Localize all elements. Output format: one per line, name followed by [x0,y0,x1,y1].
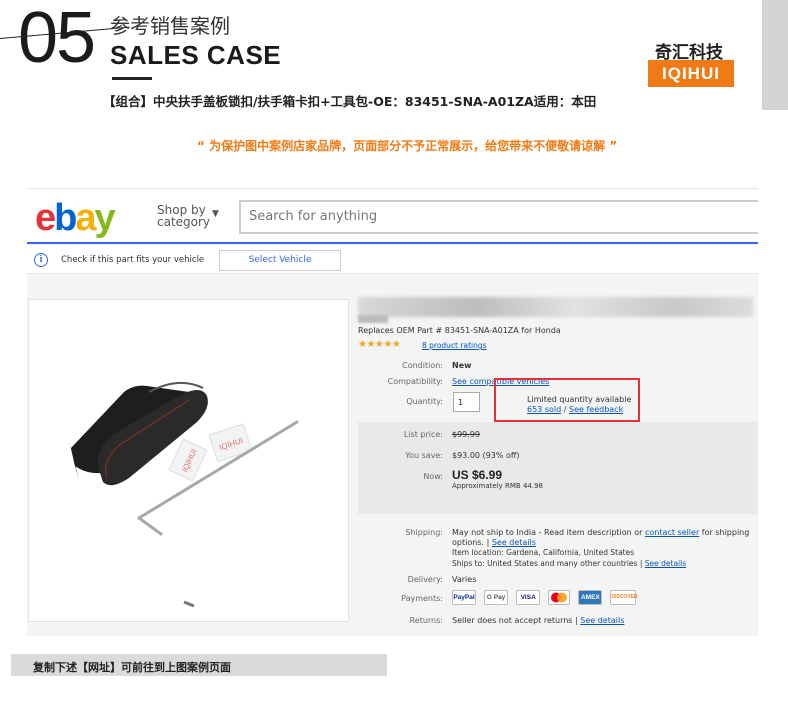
you-save-value: $93.00 (93% off) [452,451,520,460]
list-price-value: $99.99 [452,430,480,439]
search-input[interactable]: Search for anything [239,200,758,234]
title-underline [112,77,152,80]
separator: | [639,559,643,568]
condition-label: Condition: [402,361,443,370]
compatibility-label: Compatibility: [387,377,443,386]
payments-label: Payments: [401,594,443,603]
payment-methods: PayPal G Pay VISA AMEX DISCOVER [452,590,639,609]
delivery-value: Varies [452,575,477,584]
gpay-logo: G Pay [484,590,509,605]
star-rating[interactable]: ★★★★★ [358,339,401,350]
fit-check-text: Check if this part fits your vehicle [61,255,205,265]
amex-logo: AMEX [578,590,603,605]
oem-replacement-text: Replaces OEM Part # 83451-SNA-A01ZA for … [358,326,561,335]
paypal-logo: PayPal [452,590,476,605]
info-icon: i [34,253,48,267]
returns-label: Returns: [409,616,443,625]
now-label: Now: [423,472,443,481]
quantity-label: Quantity: [406,397,443,406]
contact-seller-link[interactable]: contact seller [645,528,699,537]
privacy-notice: “ 为保护图中案例店家品牌，页面部分不予正常展示，给您带来不便敬请谅解 ” [197,139,618,153]
list-price-label: List price: [403,430,443,439]
see-details-link[interactable]: See details [645,559,686,568]
section-title-en: SALES CASE [110,40,282,70]
ebay-logo[interactable]: ebay [35,198,116,238]
footer-bar: 复制下述【网址】可前往到上图案例页面 [11,654,387,676]
product-photo: IQIHUI IQIHUI [69,381,299,608]
footer-text: 复制下述【网址】可前往到上图案例页面 [33,661,231,674]
shipping-options-text: options. [452,538,485,547]
shipping-text-2: for shipping [701,528,750,537]
brand-badge: IQIHUI [648,60,734,87]
blurred-title-tail [358,315,388,323]
vehicle-fit-bar: i Check if this part fits your vehicle S… [27,245,758,274]
header-divider [27,242,758,244]
product-description: 【组合】中央扶手盖板锁扣/扶手箱卡扣+工具包-OE：83451-SNA-A01Z… [103,94,597,109]
shipping-text: May not ship to India - Read item descri… [452,528,643,537]
blurred-title [358,297,753,317]
shop-by-category-button[interactable]: Shop by category [157,204,210,228]
approx-price: Approximately RMB 44.98 [452,482,543,490]
separator: | [575,616,578,625]
decorative-grey-bar [762,0,788,110]
section-title-cn: 参考销售案例 [110,14,230,38]
mastercard-logo [548,590,571,605]
separator: | [486,538,490,547]
quantity-input[interactable]: 1 [453,392,480,412]
product-ratings-link[interactable]: 8 product ratings [422,341,487,350]
discover-logo: DISCOVER [610,590,638,605]
item-location: Item location: Gardena, California, Unit… [452,548,635,557]
see-details-link[interactable]: See details [580,616,624,625]
you-save-label: You save: [405,451,443,460]
shipping-label: Shipping: [405,528,443,537]
ebay-screenshot: ebay Shop by category ▼ Search for anyth… [27,188,758,636]
returns-value: Seller does not accept returns [452,616,573,625]
ebay-header: ebay Shop by category ▼ Search for anyth… [27,189,758,243]
product-image[interactable]: IQIHUI IQIHUI [28,299,349,622]
ships-to: Ships to: United States and many other c… [452,559,638,568]
condition-value: New [452,361,472,370]
highlight-box [494,378,640,422]
chevron-down-icon: ▼ [212,209,219,219]
visa-logo: VISA [516,590,541,605]
search-placeholder: Search for anything [249,209,378,224]
section-number: 05 [18,0,96,78]
now-price: US $6.99 [452,468,503,482]
select-vehicle-button[interactable]: Select Vehicle [219,250,341,271]
delivery-label: Delivery: [407,575,443,584]
see-details-link[interactable]: See details [492,538,536,547]
